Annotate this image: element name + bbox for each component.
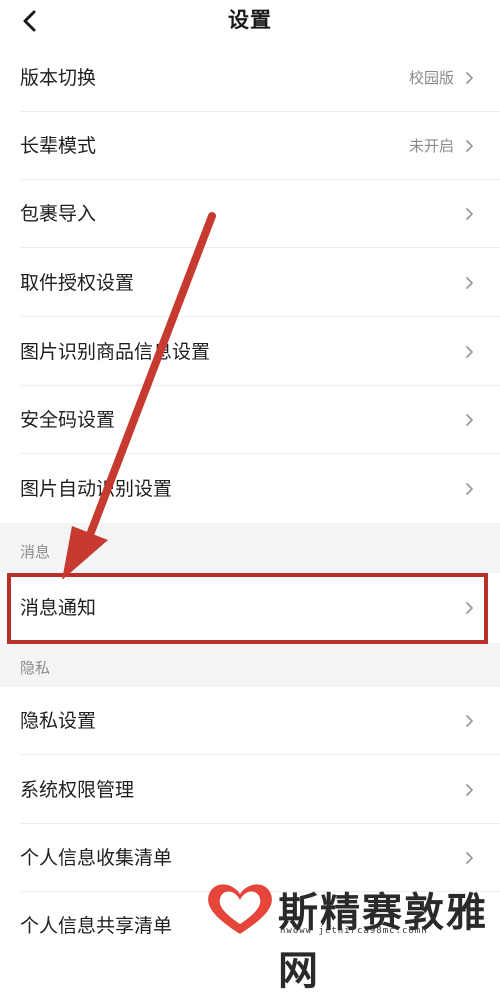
row-value: 未开启 bbox=[408, 137, 454, 155]
chevron-right-icon bbox=[466, 414, 473, 426]
page-title: 设置 bbox=[228, 8, 272, 32]
settings-row-elder-mode[interactable]: 长辈模式 未开启 bbox=[0, 112, 500, 180]
row-label: 系统权限管理 bbox=[20, 779, 135, 801]
settings-row-version-switch[interactable]: 版本切换 校园版 bbox=[0, 44, 500, 112]
settings-row-message-notifications[interactable]: 消息通知 bbox=[0, 573, 500, 643]
row-label: 隐私设置 bbox=[20, 710, 97, 732]
settings-row-pickup-authorization[interactable]: 取件授权设置 bbox=[0, 249, 500, 317]
settings-row-package-import[interactable]: 包裹导入 bbox=[0, 180, 500, 248]
divider bbox=[20, 754, 500, 755]
row-label: 个人信息共享清单 bbox=[20, 915, 173, 937]
row-label: 版本切换 bbox=[20, 67, 97, 89]
row-label: 包裹导入 bbox=[20, 203, 97, 225]
row-value: 校园版 bbox=[408, 69, 454, 87]
watermark: 斯精赛敦雅网 nwoww jcthirca98mc.comn bbox=[200, 876, 500, 994]
header-bar: 设置 bbox=[0, 0, 500, 42]
divider bbox=[20, 247, 500, 248]
chevron-right-icon bbox=[466, 784, 473, 796]
row-label: 消息通知 bbox=[20, 597, 97, 619]
row-label: 图片自动识别设置 bbox=[20, 478, 173, 500]
section-title: 隐私 bbox=[20, 659, 51, 677]
section-header-messages: 消息 bbox=[0, 523, 500, 573]
row-label: 安全码设置 bbox=[20, 409, 116, 431]
row-label: 取件授权设置 bbox=[20, 272, 135, 294]
settings-row-security-code[interactable]: 安全码设置 bbox=[0, 386, 500, 454]
settings-row-image-auto-recognition[interactable]: 图片自动识别设置 bbox=[0, 455, 500, 523]
heart-logo-icon bbox=[208, 884, 272, 934]
chevron-right-icon bbox=[466, 715, 473, 727]
divider bbox=[20, 453, 500, 454]
row-label: 个人信息收集清单 bbox=[20, 847, 173, 869]
chevron-right-icon bbox=[466, 277, 473, 289]
watermark-text: 斯精赛敦雅网 bbox=[278, 890, 488, 994]
section-header-privacy: 隐私 bbox=[0, 643, 500, 687]
row-label: 长辈模式 bbox=[20, 135, 97, 157]
settings-row-system-permissions[interactable]: 系统权限管理 bbox=[0, 756, 500, 824]
chevron-right-icon bbox=[466, 483, 473, 495]
divider bbox=[20, 316, 500, 317]
chevron-right-icon bbox=[466, 346, 473, 358]
chevron-right-icon bbox=[466, 140, 473, 152]
chevron-right-icon bbox=[466, 602, 473, 614]
chevron-right-icon bbox=[466, 208, 473, 220]
section-title: 消息 bbox=[20, 543, 51, 561]
chevron-right-icon bbox=[466, 72, 473, 84]
chevron-right-icon bbox=[466, 852, 473, 864]
settings-row-privacy-settings[interactable]: 隐私设置 bbox=[0, 687, 500, 755]
settings-row-image-product-recognition[interactable]: 图片识别商品信息设置 bbox=[0, 318, 500, 386]
row-label: 图片识别商品信息设置 bbox=[20, 341, 211, 363]
watermark-url: nwoww jcthirca98mc.comn bbox=[280, 926, 428, 936]
